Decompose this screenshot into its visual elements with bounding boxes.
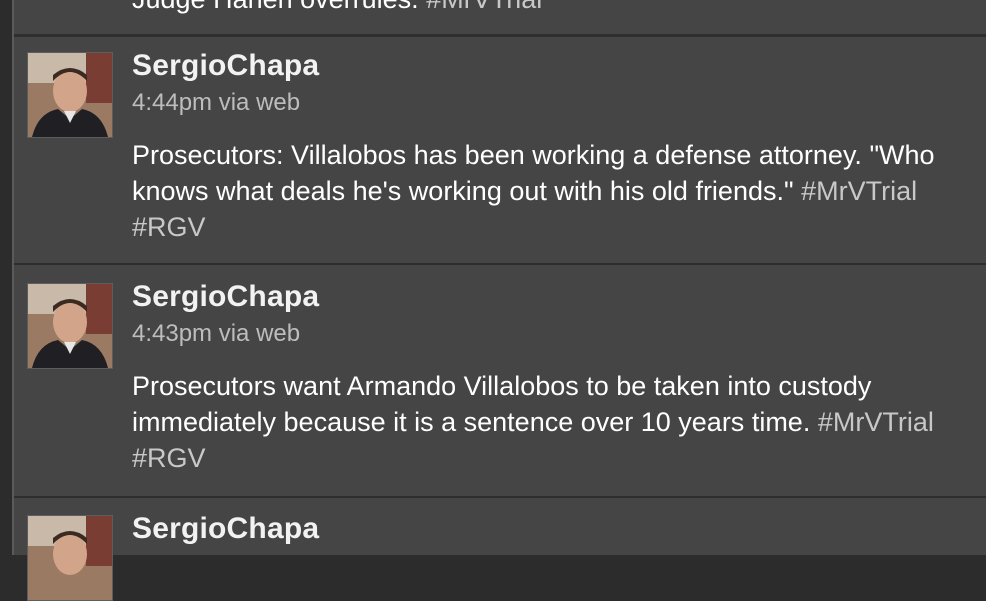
avatar[interactable] [27, 283, 113, 369]
avatar[interactable] [27, 52, 113, 138]
tweet-meta[interactable]: 4:44pm via web [132, 89, 300, 117]
avatar[interactable] [27, 515, 113, 601]
username[interactable]: SergioChapa [132, 49, 319, 83]
tweet-item: Judge Hanen overrules. #MrVTrial [14, 0, 986, 34]
tweet-text: Prosecutors want Armando Villalobos to b… [132, 371, 934, 473]
hashtag[interactable]: #MrVTrial [426, 0, 542, 14]
tweet-item: SergioChapa [14, 500, 986, 601]
user-photo-icon [28, 516, 112, 600]
tweet-text: Prosecutors: Villalobos has been working… [132, 140, 935, 242]
hashtag[interactable]: #MrVTrial [801, 176, 917, 206]
hashtag[interactable]: #RGV [132, 443, 206, 473]
tweet-text: Judge Hanen overrules. #MrVTrial [132, 0, 542, 15]
tweet-feed: Judge Hanen overrules. #MrVTrial SergioC… [12, 0, 986, 601]
username[interactable]: SergioChapa [132, 280, 319, 314]
hashtag[interactable]: #MrVTrial [818, 407, 934, 437]
tweet-meta[interactable]: 4:43pm via web [132, 320, 300, 348]
user-photo-icon [28, 53, 112, 137]
username[interactable]: SergioChapa [132, 512, 319, 546]
tweet-item: SergioChapa 4:43pm via web Prosecutors w… [14, 268, 986, 498]
user-photo-icon [28, 284, 112, 368]
hashtag[interactable]: #RGV [132, 212, 206, 242]
tweet-item: SergioChapa 4:44pm via web Prosecutors: … [14, 37, 986, 265]
